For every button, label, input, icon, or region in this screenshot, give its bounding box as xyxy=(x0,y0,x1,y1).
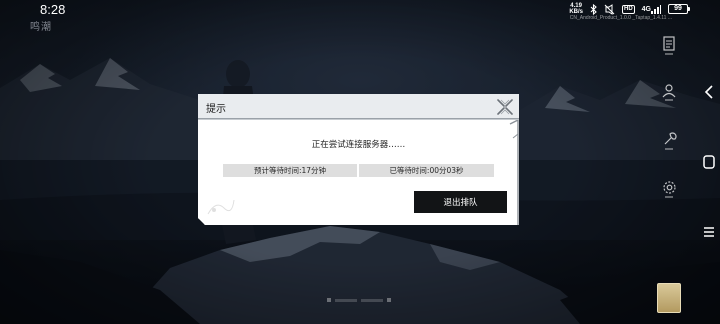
indicator-bar xyxy=(335,298,357,302)
wrench-icon xyxy=(664,132,677,145)
indicator-dot xyxy=(327,298,331,302)
status-icons: 4.19 KB/s HD 4G 99 xyxy=(569,2,690,16)
bottom-page-indicator xyxy=(318,294,400,306)
nav-home-icon xyxy=(703,155,715,169)
leave-queue-button[interactable]: 退出排队 xyxy=(414,191,507,213)
battery-level: 99 xyxy=(674,5,682,12)
status-time: 8:28 xyxy=(40,2,66,17)
header-divider xyxy=(198,119,519,120)
dialog-close-button[interactable] xyxy=(494,96,516,117)
nav-recent-button[interactable] xyxy=(703,224,715,243)
notice-icon xyxy=(663,36,675,51)
nav-back-button[interactable] xyxy=(703,84,715,104)
hd-badge: HD xyxy=(621,4,635,14)
menu-caption xyxy=(665,148,673,150)
game-logo: 鸣潮 xyxy=(30,22,52,33)
estimated-wait-time: 预计等待时间:17分钟 xyxy=(223,164,357,177)
nav-back-icon xyxy=(704,85,713,99)
dialog-title: 提示 xyxy=(206,104,226,115)
account-icon xyxy=(662,84,676,98)
nav-home-button[interactable] xyxy=(703,154,715,173)
paper-texture-mark xyxy=(206,194,236,218)
game-menu-item-repair[interactable] xyxy=(656,132,682,156)
menu-caption xyxy=(665,196,673,198)
gear-icon xyxy=(662,181,676,194)
menu-caption xyxy=(665,53,673,55)
build-info: CN_Android_Product_1.0.0 _Taptap_1.4.11 … xyxy=(569,15,672,21)
bluetooth-icon xyxy=(590,3,597,15)
indicator-dot xyxy=(387,298,391,302)
cellular-signal-icon: 4G xyxy=(641,4,661,14)
nav-recent-icon xyxy=(704,227,714,237)
floating-card-widget[interactable] xyxy=(657,283,681,313)
network-speed: 4.19 KB/s xyxy=(569,3,583,15)
signal-type: 4G xyxy=(641,5,651,13)
menu-caption xyxy=(665,99,673,101)
close-x-icon xyxy=(496,98,514,116)
game-menu-item-notice[interactable] xyxy=(656,36,682,60)
game-menu-item-account[interactable] xyxy=(656,84,682,108)
battery-icon: 99 xyxy=(668,4,690,14)
indicator-bar xyxy=(361,298,383,302)
game-menu-item-settings[interactable] xyxy=(656,180,682,204)
dialog-message: 正在尝试连接服务器…… xyxy=(311,140,406,150)
queue-dialog: 提示 正在尝试连接服务器…… 预计等待时间:17分钟 已等待时间:00分03秒 … xyxy=(198,94,519,225)
dialog-frame-ornament xyxy=(509,120,519,225)
elapsed-wait-time: 已等待时间:00分03秒 xyxy=(359,164,494,177)
dialog-header: 提示 xyxy=(198,94,519,119)
mute-vibrate-icon xyxy=(604,3,615,15)
